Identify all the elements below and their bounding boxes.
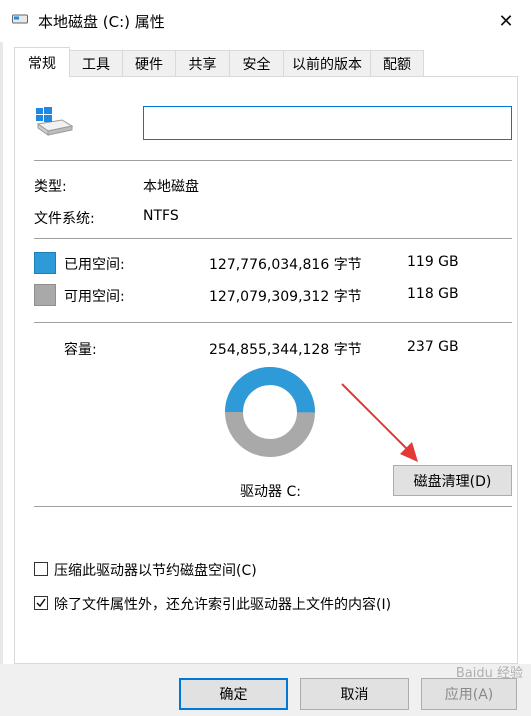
tab-hardware[interactable]: 硬件: [122, 50, 176, 76]
index-label[interactable]: 除了文件属性外，还允许索引此驱动器上文件的内容(I): [54, 594, 391, 614]
disk-usage-donut: [225, 367, 315, 457]
free-space-swatch: [34, 284, 56, 306]
drive-large-icon: [36, 107, 74, 136]
tab-tools[interactable]: 工具: [69, 50, 123, 76]
disk-cleanup-button[interactable]: 磁盘清理(D): [393, 465, 512, 496]
separator: [34, 160, 512, 161]
filesystem-label: 文件系统:: [34, 211, 95, 227]
tab-general[interactable]: 常规: [14, 47, 70, 77]
type-value: 本地磁盘: [143, 179, 199, 195]
donut-used-arc: [225, 367, 315, 413]
compress-label[interactable]: 压缩此驱动器以节约磁盘空间(C): [54, 560, 257, 580]
window-left-edge: [0, 42, 3, 716]
checkmark-icon: [36, 598, 46, 608]
ok-button[interactable]: 确定: [179, 678, 288, 710]
cancel-button[interactable]: 取消: [300, 678, 409, 710]
capacity-bytes: 254,855,344,128 字节: [209, 342, 362, 358]
capacity-size: 237 GB: [407, 339, 459, 355]
type-label: 类型:: [34, 179, 67, 195]
tab-security[interactable]: 安全: [229, 50, 284, 76]
used-space-swatch: [34, 252, 56, 274]
window-title: 本地磁盘 (C:) 属性: [38, 13, 165, 31]
capacity-label: 容量:: [64, 342, 97, 358]
free-space-bytes: 127,079,309,312 字节: [209, 289, 362, 305]
used-space-size: 119 GB: [407, 254, 459, 270]
index-checkbox[interactable]: [34, 596, 48, 610]
separator: [34, 238, 512, 239]
separator: [34, 322, 512, 323]
close-icon[interactable]: ✕: [491, 6, 521, 36]
tab-quota[interactable]: 配额: [370, 50, 424, 76]
used-space-bytes: 127,776,034,816 字节: [209, 257, 362, 273]
tab-sharing[interactable]: 共享: [175, 50, 230, 76]
apply-button[interactable]: 应用(A): [421, 678, 517, 710]
separator: [34, 506, 512, 507]
tab-previous-versions[interactable]: 以前的版本: [283, 50, 371, 76]
drive-icon: [12, 14, 28, 24]
title-bar: 本地磁盘 (C:) 属性 ✕: [0, 0, 531, 42]
drive-letter-label: 驱动器 C:: [240, 484, 301, 500]
free-space-label: 可用空间:: [64, 289, 125, 305]
filesystem-value: NTFS: [143, 208, 179, 224]
compress-checkbox[interactable]: [34, 562, 48, 576]
watermark: Baidu 经验: [455, 666, 523, 681]
drive-name-input[interactable]: [143, 106, 512, 140]
annotation-arrow-icon: [341, 383, 418, 462]
free-space-size: 118 GB: [407, 286, 459, 302]
used-space-label: 已用空间:: [64, 257, 125, 273]
